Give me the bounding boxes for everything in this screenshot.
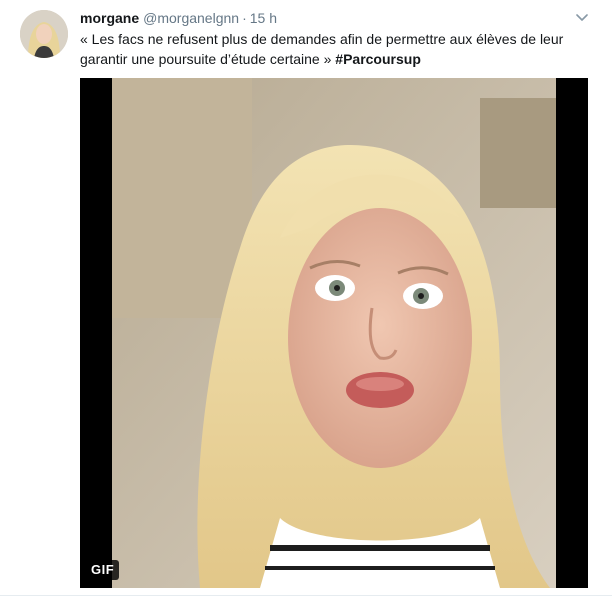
tweet-text-line-1: « Les facs ne refusent plus de demandes … xyxy=(80,31,564,47)
tweet: morgane @morganelgnn · 15 h « Les facs n… xyxy=(0,0,612,596)
timestamp[interactable]: 15 h xyxy=(250,9,277,27)
gif-badge: GIF xyxy=(86,560,120,580)
author-username[interactable]: @morganelgnn xyxy=(143,9,239,27)
gif-media[interactable]: GIF xyxy=(80,78,588,588)
tweet-text-line-2-body: garantir une poursuite d’étude certaine … xyxy=(80,51,336,67)
tweet-text-line-2: garantir une poursuite d’étude certaine … xyxy=(80,49,600,69)
chevron-down-icon xyxy=(576,9,588,27)
author-name[interactable]: morgane xyxy=(80,9,139,27)
tweet-text: « Les facs ne refusent plus de demandes … xyxy=(80,29,600,69)
separator: · xyxy=(242,10,247,26)
tweet-header: morgane @morganelgnn · 15 h xyxy=(80,9,277,29)
tweet-menu-button[interactable] xyxy=(572,8,592,28)
avatar[interactable] xyxy=(20,10,68,58)
hashtag-link[interactable]: #Parcoursup xyxy=(335,51,421,67)
gif-frame xyxy=(80,78,588,588)
